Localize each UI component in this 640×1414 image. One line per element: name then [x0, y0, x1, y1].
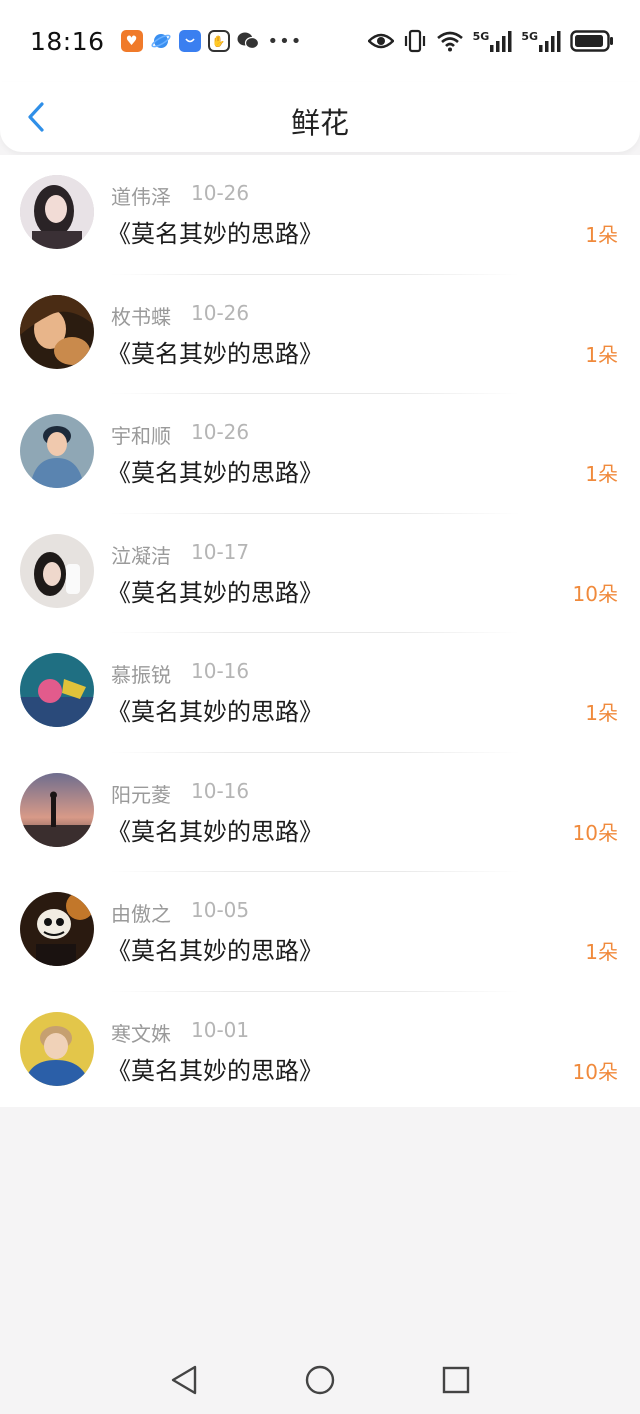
work-title[interactable]: 《莫名其妙的思路》: [107, 214, 323, 249]
avatar[interactable]: [20, 175, 94, 249]
list-item[interactable]: 由傲之 10-05 《莫名其妙的思路》 1朵: [0, 872, 640, 992]
store-notification-icon: [178, 30, 201, 52]
triangle-back-icon: [171, 1365, 197, 1395]
nav-back-button[interactable]: [167, 1363, 201, 1397]
flower-count: 10朵: [572, 1059, 618, 1084]
flower-count: 1朵: [585, 701, 618, 725]
signal-5g-icon-2: 5G: [521, 30, 561, 52]
more-notifications-icon: •••: [267, 30, 303, 52]
work-title[interactable]: 《莫名其妙的思路》: [107, 1051, 323, 1086]
send-date: 10-01: [191, 1017, 250, 1042]
list-item[interactable]: 泣凝洁 10-17 《莫名其妙的思路》 10朵: [0, 514, 640, 633]
eye-icon: [367, 32, 394, 50]
flower-count: 10朵: [572, 820, 618, 845]
flower-count: 10朵: [572, 581, 618, 606]
list-item[interactable]: 宇和顺 10-26 《莫名其妙的思路》 1朵: [0, 394, 640, 514]
flower-list: 道伟泽 10-26 《莫名其妙的思路》 1朵 枚书蝶 10-26 《莫名其妙的思…: [0, 155, 640, 1107]
avatar[interactable]: [20, 294, 94, 369]
avatar[interactable]: [20, 653, 94, 727]
list-item[interactable]: 道伟泽 10-26 《莫名其妙的思路》 1朵: [0, 155, 640, 275]
avatar[interactable]: [20, 772, 94, 847]
circle-home-icon: [305, 1365, 335, 1395]
sender-name: 慕振锐: [111, 663, 171, 687]
network-label: 5G: [472, 30, 490, 43]
sender-name: 由傲之: [111, 902, 171, 926]
sender-name: 枚书蝶: [111, 304, 171, 329]
list-item[interactable]: 慕振锐 10-16 《莫名其妙的思路》 1朵: [0, 633, 640, 753]
sender-name: 阳元菱: [111, 782, 171, 807]
hand-notification-icon: ✋: [207, 30, 230, 52]
send-date: 10-05: [191, 898, 250, 922]
avatar[interactable]: [20, 892, 94, 966]
status-bar: 18:16 ♥ ✋ ••• 5G 5G: [0, 0, 640, 82]
work-title[interactable]: 《莫名其妙的思路》: [107, 453, 323, 488]
battery-icon: [570, 30, 614, 52]
signal-5g-icon: 5G: [473, 30, 513, 52]
browser-notification-icon: [150, 30, 172, 52]
avatar[interactable]: [20, 414, 94, 488]
nav-recents-button[interactable]: [439, 1363, 473, 1397]
send-date: 10-26: [191, 300, 250, 325]
work-title[interactable]: 《莫名其妙的思路》: [107, 692, 323, 727]
sender-name: 宇和顺: [111, 424, 171, 448]
flower-count: 1朵: [585, 223, 618, 247]
send-date: 10-17: [191, 539, 250, 564]
send-date: 10-26: [191, 420, 250, 444]
list-item[interactable]: 寒文姝 10-01 《莫名其妙的思路》 10朵: [0, 992, 640, 1112]
sender-name: 泣凝洁: [111, 543, 171, 568]
header-bar: 鲜花: [0, 82, 640, 152]
flower-count: 1朵: [585, 342, 618, 367]
system-nav-bar: [0, 1345, 640, 1414]
send-date: 10-26: [191, 181, 250, 205]
notification-icons: ♥ ✋ •••: [120, 30, 303, 52]
page-title: 鲜花: [290, 106, 349, 140]
send-date: 10-16: [191, 778, 250, 803]
work-title[interactable]: 《莫名其妙的思路》: [107, 812, 323, 847]
sender-name: 寒文姝: [111, 1021, 171, 1046]
list-item[interactable]: 阳元菱 10-16 《莫名其妙的思路》 10朵: [0, 753, 640, 872]
send-date: 10-16: [191, 659, 250, 683]
work-title[interactable]: 《莫名其妙的思路》: [107, 573, 323, 608]
list-item[interactable]: 枚书蝶 10-26 《莫名其妙的思路》 1朵: [0, 275, 640, 394]
network-label-2: 5G: [521, 30, 538, 43]
square-recents-icon: [442, 1366, 470, 1394]
status-time: 18:16: [30, 26, 105, 56]
work-title[interactable]: 《莫名其妙的思路》: [107, 931, 323, 966]
system-icons: 5G 5G: [367, 29, 614, 53]
wechat-notification-icon: [237, 30, 259, 52]
wifi-icon: [436, 30, 464, 52]
vibrate-icon: [403, 29, 427, 53]
flower-count: 1朵: [585, 940, 618, 964]
avatar[interactable]: [20, 533, 94, 608]
nav-home-button[interactable]: [303, 1363, 337, 1397]
avatar[interactable]: [20, 1011, 94, 1086]
app-notification-icon: ♥: [120, 30, 143, 52]
sender-name: 道伟泽: [111, 185, 171, 209]
flower-count: 1朵: [585, 462, 618, 486]
work-title[interactable]: 《莫名其妙的思路》: [107, 334, 323, 369]
